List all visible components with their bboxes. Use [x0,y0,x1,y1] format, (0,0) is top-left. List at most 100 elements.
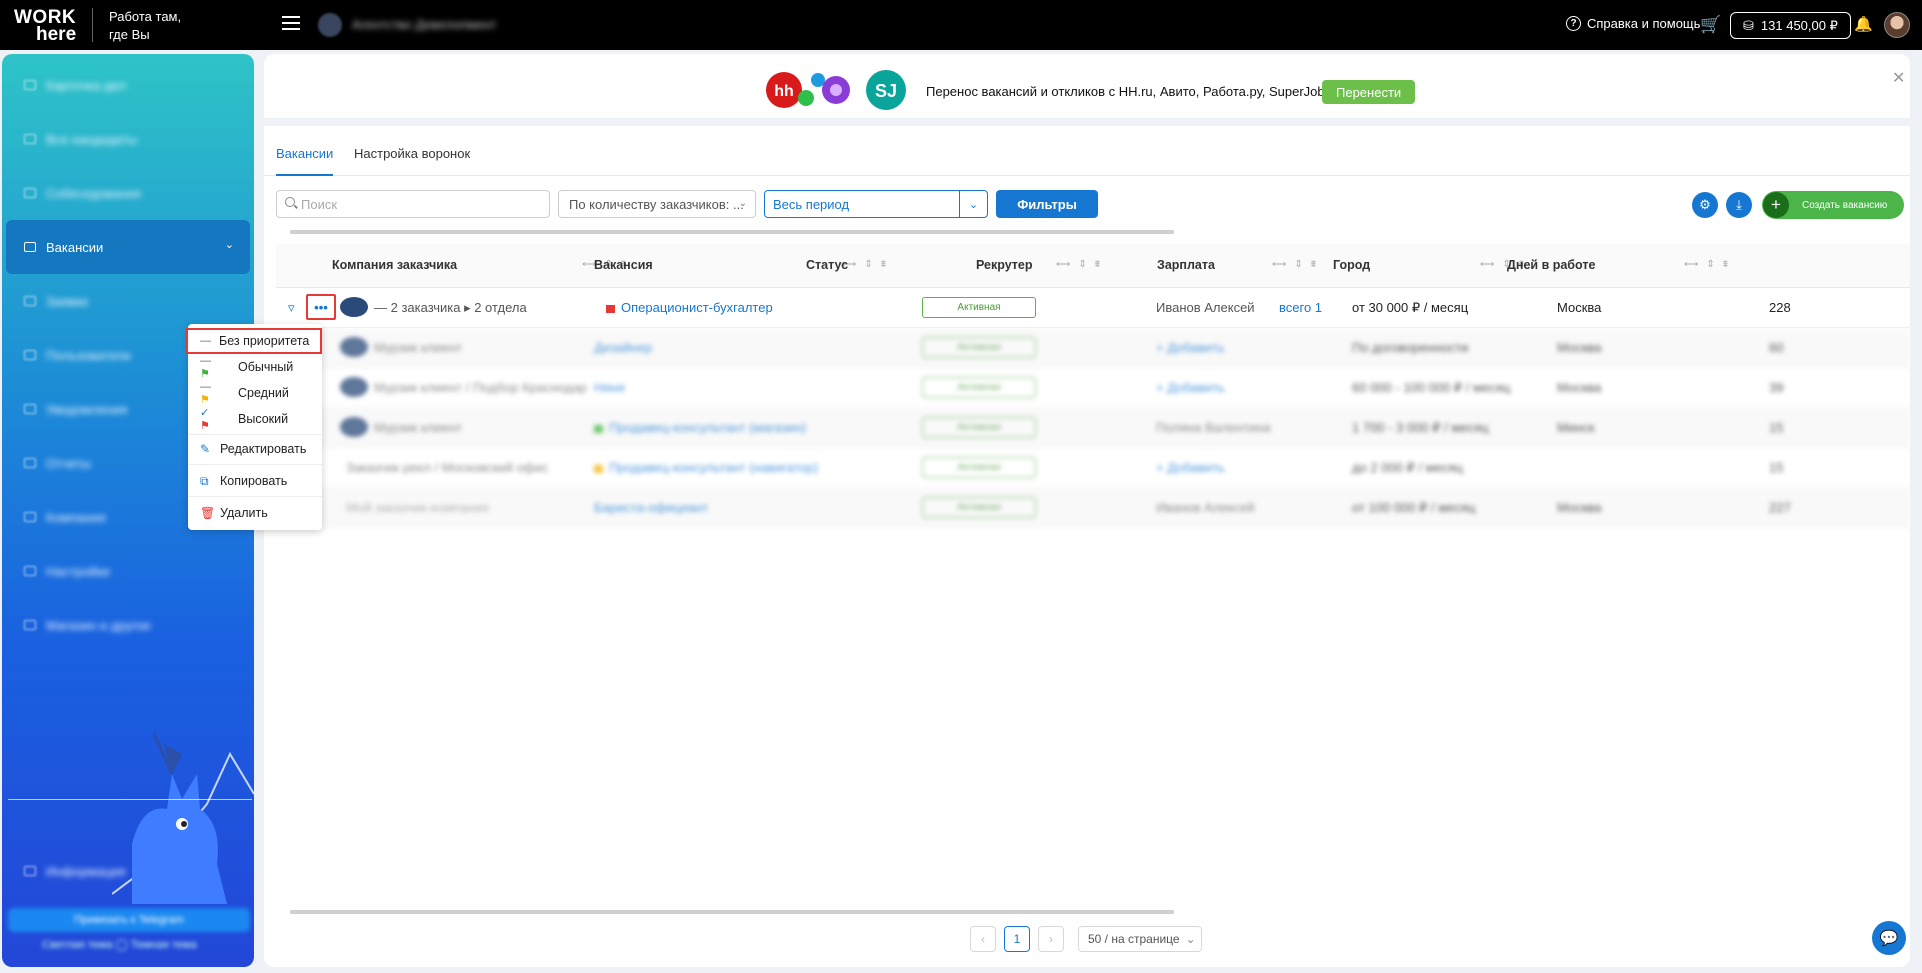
vacancy-link[interactable]: Бариста-официант [594,500,708,515]
status-badge[interactable]: Активная [922,377,1036,398]
migrate-button[interactable]: Перенести [1322,80,1416,104]
sidebar-item-11[interactable]: Магазин и другое [2,598,254,652]
project-name-blurred[interactable]: Агентство Девелопмент [352,17,496,32]
priority-normal-item[interactable]: — ⚑ Обычный [188,354,322,380]
filter-bar: Поиск По количеству заказчиков: ... ⌄ Ве… [264,190,1910,226]
bell-icon[interactable]: 🔔 [1854,15,1873,33]
menu-toggle-icon[interactable] [282,16,300,32]
status-badge[interactable]: Активная [922,457,1036,478]
user-avatar[interactable] [1884,12,1910,38]
recruiter-total-link[interactable]: всего 1 [1279,300,1322,315]
sidebar-item-5[interactable]: Заявки [2,274,254,328]
vacancy-link[interactable]: Няня [594,380,625,395]
priority-high-item[interactable]: ✓ ⚑ Высокий [188,406,322,432]
edit-item[interactable]: ✎ Редактировать [188,436,322,462]
sort-select[interactable]: По количеству заказчиков: ... ⌄ [558,190,756,218]
add-recruiter-link[interactable]: + Добавить [1156,380,1225,395]
help-link[interactable]: ? Справка и помощь [1566,16,1700,31]
vacancy-link[interactable]: Операционист-бухгалтер [621,300,773,315]
horizontal-scrollbar-bottom[interactable] [290,910,1174,914]
vacancy-link[interactable]: Продавец-консультант (магазин) [609,420,806,435]
company-cell[interactable]: Мурзик клиент [374,420,462,435]
settings-gear-icon[interactable]: ⚙ [1692,192,1718,218]
search-input[interactable]: Поиск [276,190,550,218]
sidebar-item-vacancies[interactable]: Вакансии ⌄ [6,220,250,274]
close-icon[interactable]: ✕ [1892,68,1905,88]
col-days[interactable]: Дней в работе [1507,258,1595,272]
status-badge[interactable]: Активная [922,497,1036,518]
chevron-down-icon[interactable]: ⌄ [225,238,234,251]
theme-toggle[interactable]: Светлая тема ◯ Темная тема [42,938,197,951]
table-row[interactable]: Мурзик клиент Продавец-консультант (мага… [276,408,1910,448]
priority-none-item[interactable]: — Без приоритета [186,328,322,354]
workhere-logo[interactable]: WORK here [14,8,78,44]
company-cell[interactable]: — 2 заказчика ▸ 2 отдела [374,300,527,316]
company-cell[interactable]: Мурзик клиент [374,340,462,355]
page-size-select[interactable]: 50 / на странице ⌄ [1078,926,1202,952]
status-badge[interactable]: Активная [922,417,1036,438]
vacancy-link[interactable]: Продавец-консультант (навигатор) [609,460,818,475]
row-actions-button[interactable]: ••• [306,294,336,320]
status-badge[interactable]: Активная [922,337,1036,358]
create-vacancy-button[interactable]: + Создать вакансию [1762,191,1904,219]
table-row[interactable]: Заказчик рекл / Московский офис Продавец… [276,448,1910,488]
column-controls[interactable]: ⟷⇕⩩ [1272,259,1324,270]
project-avatar[interactable] [318,13,342,37]
column-controls[interactable]: ⟷⇕⩩ [842,259,894,270]
city-cell: Москва [1557,300,1602,315]
chevron-down-icon[interactable]: ⌄ [959,191,987,217]
vacancy-cell[interactable]: Продавец-консультант (навигатор) [594,460,818,475]
prev-page-button[interactable]: ‹ [970,926,996,952]
recruiter-cell[interactable]: Иванов Алексей [1156,500,1255,515]
cart-icon[interactable]: 🛒 [1700,15,1721,35]
sidebar-item-info[interactable]: Информация [2,844,254,898]
telegram-connect-button[interactable]: Привязать к Telegram [8,908,250,932]
filter-icon[interactable]: ▿ [288,300,295,316]
add-recruiter-link[interactable]: + Добавить [1156,340,1225,355]
period-select[interactable]: Весь период ⌄ [764,190,988,218]
col-status[interactable]: Статус [806,258,848,272]
vacancy-link[interactable]: Дизайнер [594,340,652,355]
recruiter-cell[interactable]: Иванов Алексей [1156,300,1255,315]
col-vacancy[interactable]: Вакансия [594,258,653,272]
col-company[interactable]: Компания заказчика [332,258,457,272]
delete-item[interactable]: 🗑 Удалить [188,500,322,526]
tab-vacancies[interactable]: Вакансии [276,146,334,176]
col-salary[interactable]: Зарплата [1157,258,1215,272]
salary-cell: до 2 000 ₽ / месяц [1352,460,1463,475]
sidebar-item-label-blurred: Карточка дел [46,77,127,93]
company-cell[interactable]: Мой заказчик-компания [346,500,489,515]
status-badge[interactable]: Активная [922,297,1036,318]
column-controls[interactable]: ⟷⇕⩩ [1684,259,1736,270]
chat-support-icon[interactable]: 💬 [1872,921,1906,955]
filters-button[interactable]: Фильтры [996,190,1098,218]
chevron-down-icon: ⌄ [738,198,747,209]
col-recruiter[interactable]: Рекрутер [976,258,1033,272]
column-controls[interactable]: ⟷⇕⩩ [1056,259,1108,270]
menu-divider [188,464,322,465]
col-city[interactable]: Город [1333,258,1370,272]
recruiter-cell[interactable]: Поляна Валентина [1156,420,1270,435]
sidebar-item-2[interactable]: Все кандидаты [2,112,254,166]
logo-divider [92,8,93,42]
add-recruiter-link[interactable]: + Добавить [1156,460,1225,475]
download-icon[interactable]: ⤓ [1726,192,1752,218]
sidebar-item-1[interactable]: Карточка дел [2,58,254,112]
vacancy-cell[interactable]: Продавец-консультант (магазин) [594,420,806,435]
tab-funnel-settings[interactable]: Настройка воронок [354,146,470,176]
company-cell[interactable]: Мурзик клиент / Подбор Краснодар [374,380,587,395]
company-cell[interactable]: Заказчик рекл / Московский офис [346,460,548,475]
sidebar-item-10[interactable]: Настройки [2,544,254,598]
priority-medium-item[interactable]: — ⚑ Средний [188,380,322,406]
balance-button[interactable]: ⛁ 131 450,00 ₽ [1730,12,1851,39]
table-row[interactable]: Мурзик клиент / Подбор Краснодар Няня Ак… [276,368,1910,408]
page-1-button[interactable]: 1 [1004,926,1030,952]
table-row[interactable]: ▿ ••• — 2 заказчика ▸ 2 отдела Операцион… [276,288,1910,328]
next-page-button[interactable]: › [1038,926,1064,952]
sidebar-item-3[interactable]: Собеседования [2,166,254,220]
table-row[interactable]: Мурзик клиент Дизайнер Активная + Добави… [276,328,1910,368]
vacancy-cell[interactable]: Операционист-бухгалтер [606,300,773,315]
horizontal-scrollbar-top[interactable] [290,230,1174,234]
table-row[interactable]: Мой заказчик-компания Бариста-официант А… [276,488,1910,528]
copy-item[interactable]: ⧉ Копировать [188,468,322,494]
